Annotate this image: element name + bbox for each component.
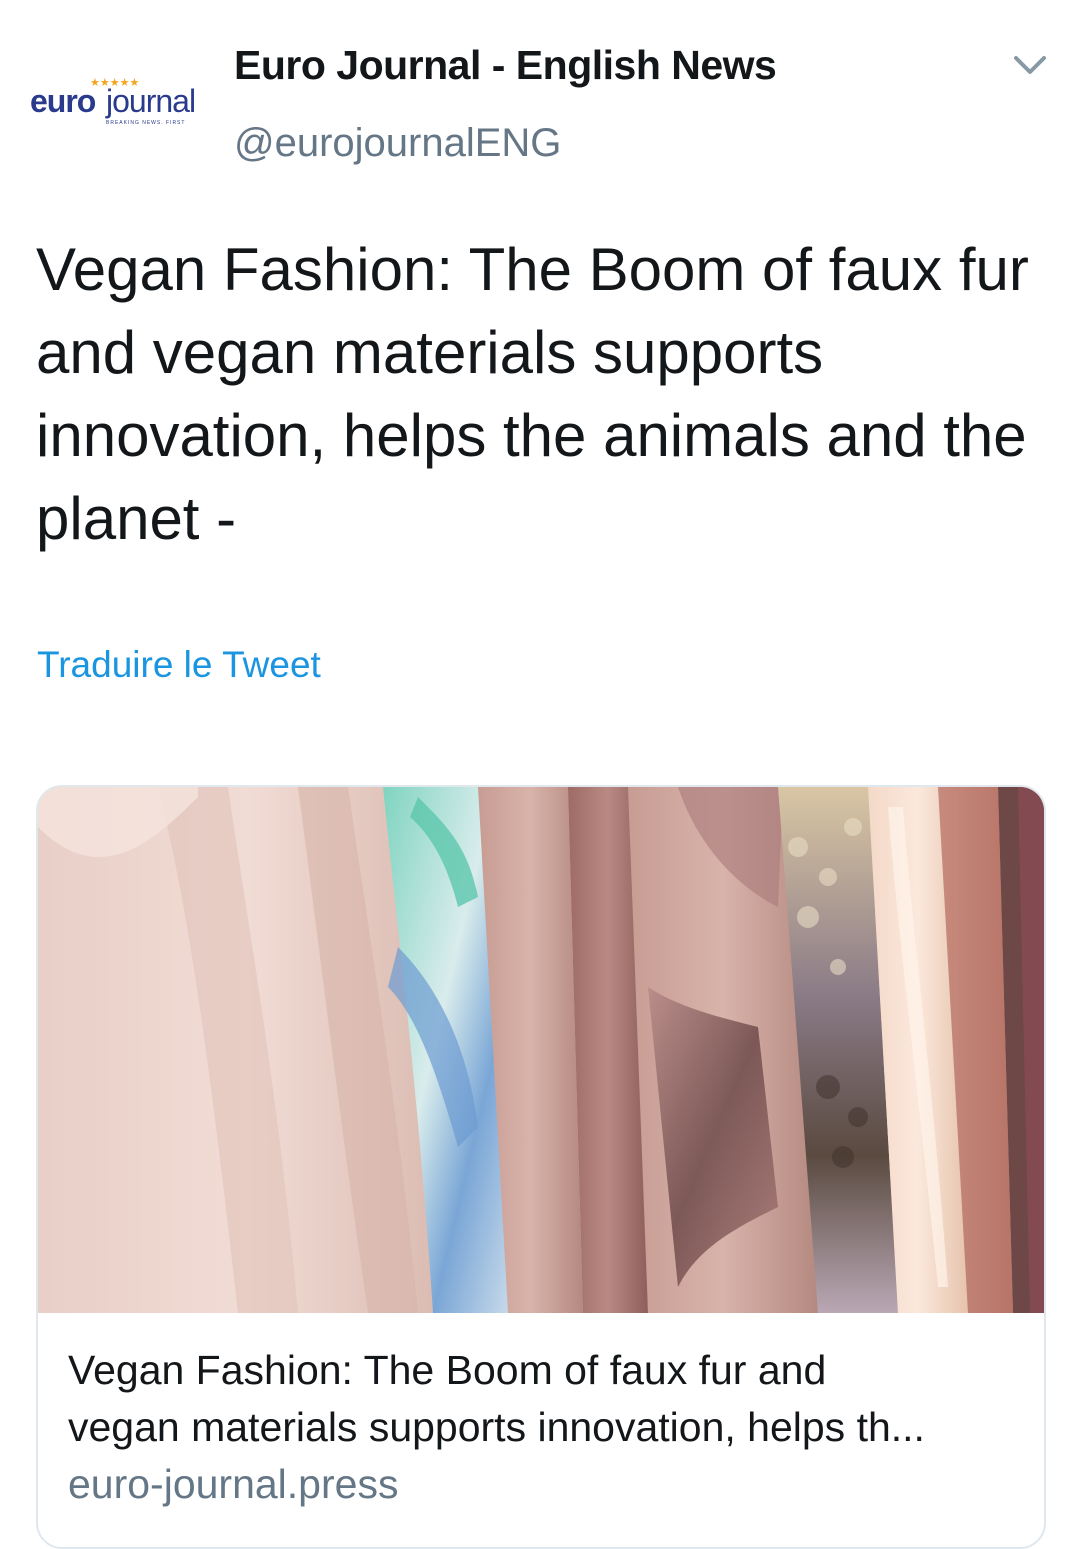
svg-text:journal: journal <box>105 83 195 119</box>
eurojournal-logo-avatar[interactable]: ★★★★★ euro journal BREAKING NEWS. FIRST <box>28 62 208 142</box>
chevron-down-icon[interactable] <box>1008 48 1052 84</box>
card-title-line: vegan materials supports innovation, hel… <box>68 1404 925 1450</box>
card-image-faux-fur[interactable] <box>38 787 1044 1313</box>
link-preview-card[interactable]: Vegan Fashion: The Boom of faux fur and … <box>36 785 1046 1549</box>
tweet-text: Vegan Fashion: The Boom of faux fur and … <box>36 236 1029 552</box>
translate-tweet-link[interactable]: Traduire le Tweet <box>37 644 321 686</box>
account-name[interactable]: Euro Journal - English News <box>234 42 777 89</box>
tweet-header: ★★★★★ euro journal BREAKING NEWS. FIRST … <box>0 0 1069 190</box>
card-domain: euro-journal.press <box>68 1461 399 1507</box>
account-handle[interactable]: @eurojournalENG <box>234 121 561 166</box>
svg-text:BREAKING NEWS. FIRST: BREAKING NEWS. FIRST <box>106 120 185 126</box>
card-title-line: Vegan Fashion: The Boom of faux fur and <box>68 1347 827 1393</box>
svg-text:euro: euro <box>30 83 96 119</box>
card-title[interactable]: Vegan Fashion: The Boom of faux fur and … <box>68 1342 1018 1456</box>
